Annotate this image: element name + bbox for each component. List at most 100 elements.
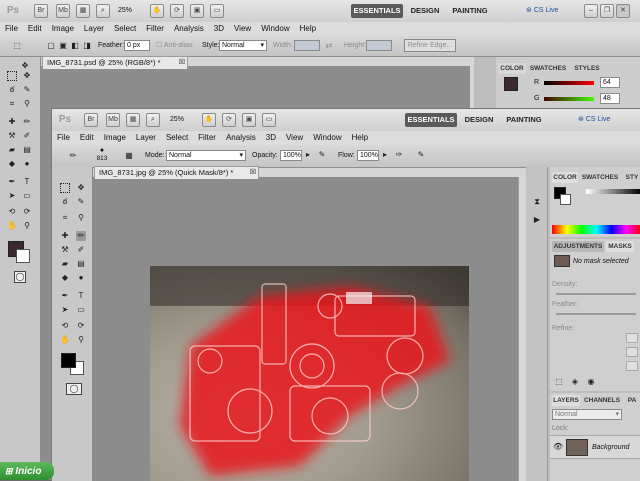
dodge-tool-icon[interactable]: ●: [22, 159, 32, 169]
opacity-input[interactable]: 100%: [280, 150, 302, 161]
menu-view[interactable]: View: [229, 22, 256, 36]
menu-edit[interactable]: Edit: [75, 131, 99, 145]
eyedropper-tool-icon[interactable]: ⚲: [76, 213, 86, 223]
start-button[interactable]: ⊞ Inicio: [0, 462, 54, 480]
width-input[interactable]: [294, 40, 320, 51]
back-r-slider[interactable]: [544, 81, 594, 85]
intersect-selection-icon[interactable]: ◨: [82, 41, 92, 51]
move-tool-icon-2[interactable]: ✥: [22, 71, 32, 81]
quick-mask-icon[interactable]: ◯: [14, 271, 26, 283]
airbrush-icon[interactable]: ✑: [394, 150, 404, 160]
menu-analysis[interactable]: Analysis: [221, 131, 261, 145]
back-r-input[interactable]: 64: [600, 77, 620, 88]
hand-tool-icon[interactable]: ✋: [150, 4, 164, 18]
3d-orbit-tool-icon[interactable]: ⟳: [76, 321, 86, 331]
quick-select-tool-icon[interactable]: ✎: [76, 197, 86, 207]
3d-orbit-tool-icon[interactable]: ⟳: [22, 207, 32, 217]
crop-tool-icon[interactable]: ⌗: [60, 213, 70, 223]
stamp-tool-icon[interactable]: ⚒: [60, 245, 70, 255]
feather-input[interactable]: 0 px: [124, 40, 150, 51]
refine-button-2[interactable]: [626, 347, 638, 357]
new-selection-icon[interactable]: ▢: [46, 41, 56, 51]
brush-tool-icon[interactable]: ✏: [22, 117, 32, 127]
tab-paths[interactable]: PA: [624, 395, 640, 406]
tab-channels[interactable]: CHANNELS: [582, 395, 622, 406]
close-button[interactable]: ✕: [616, 4, 630, 18]
3d-rotate-tool-icon[interactable]: ⟲: [60, 321, 70, 331]
blend-mode-select[interactable]: Normal ▾: [552, 409, 622, 420]
tab-close-icon[interactable]: ☒: [179, 57, 185, 69]
back-document-tab[interactable]: IMG_8731.psd @ 25% (RGB/8*) * ☒: [42, 56, 188, 69]
style-select[interactable]: Normal ▾: [219, 40, 267, 51]
menu-image[interactable]: Image: [47, 22, 79, 36]
actions-panel-icon[interactable]: ▶: [532, 215, 542, 225]
menu-window[interactable]: Window: [308, 131, 346, 145]
add-selection-icon[interactable]: ▣: [58, 41, 68, 51]
menu-filter[interactable]: Filter: [141, 22, 169, 36]
rect-marquee-tool-icon[interactable]: [60, 183, 70, 193]
pen-tool-icon[interactable]: ✒: [7, 177, 17, 187]
eraser-tool-icon[interactable]: ▰: [7, 145, 17, 155]
background-color-swatch[interactable]: [16, 249, 30, 263]
history-panel-icon[interactable]: ⧗: [532, 197, 542, 207]
menu-help[interactable]: Help: [295, 22, 321, 36]
brush-picker[interactable]: ● 813: [92, 147, 112, 165]
cs-live-menu[interactable]: ⊛ CS Live: [578, 114, 610, 125]
hand-tool-icon[interactable]: ✋: [60, 335, 70, 345]
flow-input[interactable]: 100%: [357, 150, 379, 161]
lasso-tool-icon[interactable]: ఠ: [7, 85, 17, 95]
menu-3d[interactable]: 3D: [209, 22, 229, 36]
back-tab-color[interactable]: COLOR: [498, 63, 526, 74]
menu-edit[interactable]: Edit: [23, 22, 47, 36]
workspace-painting[interactable]: PAINTING: [448, 4, 492, 18]
blur-tool-icon[interactable]: ◆: [7, 159, 17, 169]
gradient-tool-icon[interactable]: ▤: [22, 145, 32, 155]
arrange-documents-icon[interactable]: ▣: [242, 113, 256, 127]
brush-panel-icon[interactable]: ▦: [124, 151, 134, 161]
minimize-button[interactable]: –: [584, 4, 598, 18]
workspace-design[interactable]: DESIGN: [460, 113, 498, 127]
cs-live-menu[interactable]: ⊛ CS Live: [526, 5, 558, 16]
menu-filter[interactable]: Filter: [193, 131, 221, 145]
menu-layer[interactable]: Layer: [131, 131, 161, 145]
marquee-preset-icon[interactable]: ⬚: [12, 41, 22, 51]
menu-window[interactable]: Window: [256, 22, 294, 36]
opacity-pressure-icon[interactable]: ✎: [317, 150, 327, 160]
refine-button-1[interactable]: [626, 333, 638, 343]
view-extras-icon[interactable]: ▦: [76, 4, 90, 18]
brush-preset-icon[interactable]: ✏: [68, 151, 78, 161]
healing-tool-icon[interactable]: ✚: [60, 231, 70, 241]
healing-tool-icon[interactable]: ✚: [7, 117, 17, 127]
shape-tool-icon[interactable]: ▭: [22, 191, 32, 201]
type-tool-icon[interactable]: T: [76, 291, 86, 301]
menu-select[interactable]: Select: [161, 131, 193, 145]
front-document-tab[interactable]: IMG_8731.jpg @ 25% (Quick Mask/8*) * ☒: [94, 166, 259, 179]
arrange-documents-icon[interactable]: ▣: [190, 4, 204, 18]
tab-masks[interactable]: MASKS: [606, 241, 634, 252]
path-select-tool-icon[interactable]: ➤: [60, 305, 70, 315]
rotate-view-icon[interactable]: ⟳: [170, 4, 184, 18]
zoom-tool-icon[interactable]: ⚲: [22, 221, 32, 231]
mode-select[interactable]: Normal ▾: [166, 150, 246, 161]
restore-button[interactable]: ❐: [600, 4, 614, 18]
zoom-level-icon[interactable]: ⌕: [96, 4, 110, 18]
apply-mask-icon[interactable]: ◈: [570, 377, 580, 387]
quick-mask-icon[interactable]: ◯: [66, 383, 82, 395]
minibridge-icon[interactable]: Mb: [56, 4, 70, 18]
tab-close-icon[interactable]: ☒: [250, 167, 256, 179]
path-select-tool-icon[interactable]: ➤: [7, 191, 17, 201]
menu-view[interactable]: View: [281, 131, 308, 145]
minibridge-icon[interactable]: Mb: [106, 113, 120, 127]
back-g-input[interactable]: 48: [600, 93, 620, 104]
menu-file[interactable]: File: [0, 22, 23, 36]
zoom-tool-icon[interactable]: ⚲: [76, 335, 86, 345]
menu-help[interactable]: Help: [347, 131, 373, 145]
gradient-tool-icon[interactable]: ▤: [76, 259, 86, 269]
view-extras-icon[interactable]: ▦: [126, 113, 140, 127]
lasso-tool-icon[interactable]: ఠ: [60, 197, 70, 207]
workspace-painting[interactable]: PAINTING: [502, 113, 546, 127]
bridge-icon[interactable]: Br: [34, 4, 48, 18]
refine-edge-button[interactable]: Refine Edge...: [404, 39, 456, 52]
bridge-icon[interactable]: Br: [84, 113, 98, 127]
zoom-level[interactable]: 25%: [118, 5, 132, 16]
